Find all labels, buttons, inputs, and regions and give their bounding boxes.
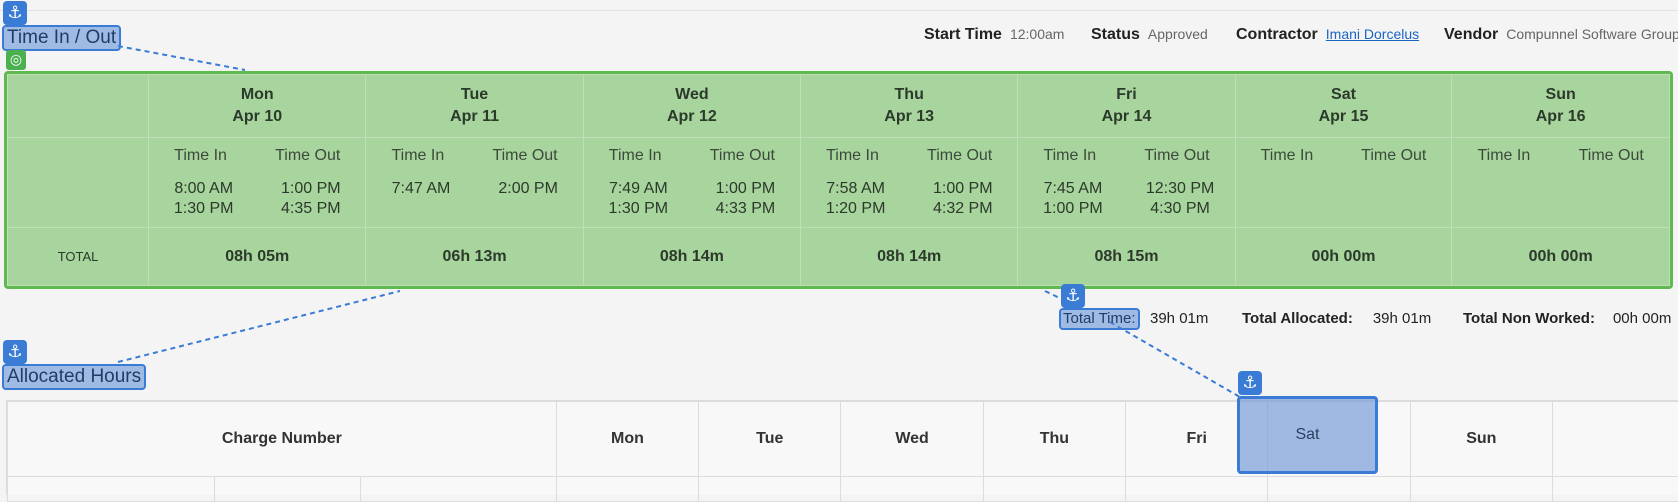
anchor-icon: ⚓: [1238, 371, 1262, 395]
time-in-out-table: Mon Apr 10 Tue Apr 11 Wed Apr 12 Thu Apr 13 …: [4, 71, 1673, 289]
alloc-cell: [213, 476, 362, 502]
alloc-day-header: Tue: [698, 401, 842, 477]
total-allocated: Total Allocated: 39h 01m: [1242, 310, 1432, 327]
start-time-value: 12:00am: [1009, 26, 1065, 42]
alloc-cell: [360, 476, 557, 502]
alloc-cell: [1409, 476, 1553, 502]
alloc-cell: [982, 476, 1127, 502]
alloc-cell: [1551, 476, 1678, 502]
alloc-day-header: Wed: [840, 401, 984, 477]
alloc-day-header: Sun: [1409, 401, 1553, 477]
day-total: 08h 15m: [1017, 227, 1236, 286]
day-total: 00h 00m: [1234, 227, 1453, 286]
anchor-icon: ⚓: [3, 340, 27, 364]
day-total: 00h 00m: [1451, 227, 1670, 286]
alloc-blank-header: [1551, 401, 1678, 477]
alloc-cell: [698, 476, 842, 502]
alloc-cell: [1267, 476, 1411, 502]
start-time-label: Start Time: [924, 26, 1002, 43]
day-times: Time In Time Out 7:47 AM 2:00 PM: [365, 137, 584, 228]
times-blank: [6, 137, 150, 228]
alloc-cell: [555, 476, 700, 502]
sat-highlight: Sat: [1237, 396, 1378, 474]
contractor: Contractor Imani Dorcelus: [1236, 26, 1419, 44]
time-in-out-title: Time In / Out: [2, 25, 122, 51]
day-header: Mon Apr 10: [148, 74, 367, 138]
start-time: Start Time 12:00am: [924, 26, 1064, 44]
status-label: Status: [1091, 26, 1140, 43]
alloc-cell: [840, 476, 984, 502]
day-times: Time In Time Out: [1234, 137, 1453, 228]
total-non-worked: Total Non Worked: 00h 00m: [1463, 310, 1672, 327]
total-label: TOTAL: [6, 227, 150, 286]
top-divider: [0, 10, 1678, 11]
allocated-hours-table: Charge Number Mon Tue Wed Thu Fri Sun: [6, 400, 1678, 502]
anchor-icon: ⚓: [1061, 284, 1085, 308]
total-time-value: 39h 01m: [1150, 310, 1209, 327]
contractor-link[interactable]: Imani Dorcelus: [1326, 26, 1419, 42]
day-header: Sun Apr 16: [1451, 74, 1670, 138]
target-icon: ◎: [6, 50, 26, 70]
alloc-day-header: Mon: [555, 401, 700, 477]
vendor-label: Vendor: [1444, 26, 1499, 43]
day-times: Time In Time Out 7:58 AM 1:20 PM 1:00 PM 4:3…: [800, 137, 1019, 228]
status-value: Approved: [1147, 26, 1208, 42]
contractor-label: Contractor: [1236, 26, 1318, 43]
day-total: 08h 05m: [148, 227, 367, 286]
day-total: 08h 14m: [582, 227, 802, 286]
total-time-label: Total Time:: [1059, 308, 1140, 330]
day-times: Time In Time Out: [1451, 137, 1670, 228]
vendor: Vendor Compunnel Software Group: [1444, 26, 1678, 44]
day-total: 08h 14m: [800, 227, 1019, 286]
day-header: Wed Apr 12: [582, 74, 802, 138]
day-times: Time In Time Out 8:00 AM 1:30 PM 1:00 PM 4:3…: [148, 137, 367, 228]
vendor-value: Compunnel Software Group: [1506, 26, 1678, 42]
day-times: Time In Time Out 7:45 AM 1:00 PM 12:30 PM 4:…: [1017, 137, 1236, 228]
status: Status Approved: [1091, 26, 1208, 44]
allocated-hours-title: Allocated Hours: [2, 364, 147, 390]
day-header: Tue Apr 11: [365, 74, 584, 138]
alloc-cell: [7, 476, 215, 502]
alloc-day-header: Thu: [982, 401, 1127, 477]
day-header: Sat Apr 15: [1234, 74, 1453, 138]
header-blank: [6, 74, 150, 138]
charge-number-header: Charge Number: [7, 401, 557, 477]
day-header: Fri Apr 14: [1017, 74, 1236, 138]
alloc-cell: [1125, 476, 1269, 502]
anchor-icon: ⚓: [3, 1, 27, 25]
day-times: Time In Time Out 7:49 AM 1:30 PM 1:00 PM 4:3…: [582, 137, 802, 228]
day-total: 06h 13m: [365, 227, 584, 286]
day-header: Thu Apr 13: [800, 74, 1019, 138]
